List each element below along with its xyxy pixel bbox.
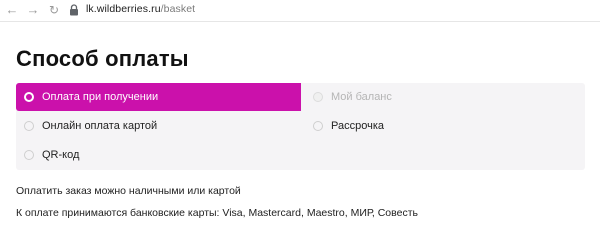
radio-empty-icon (24, 121, 34, 131)
reload-icon[interactable]: ↻ (47, 3, 61, 17)
payment-info-text: Оплатить заказ можно наличными или карто… (16, 185, 241, 197)
lock-icon (70, 4, 78, 16)
payment-option-label: Онлайн оплата картой (42, 120, 158, 132)
radio-empty-icon (313, 121, 323, 131)
page-title: Способ оплаты (16, 46, 189, 71)
url-path: /basket (160, 3, 196, 15)
url-host: lk.wildberries.ru (86, 3, 161, 15)
radio-disabled-icon (313, 92, 323, 102)
browser-toolbar: ← → ↻ lk.wildberries.ru/basket (0, 0, 600, 22)
arrow-right-icon[interactable]: → (26, 3, 40, 17)
address-bar[interactable]: lk.wildberries.ru/basket (86, 3, 195, 15)
arrow-left-icon[interactable]: ← (5, 3, 19, 17)
payment-option-my-balance: Мой баланс (305, 83, 565, 111)
payment-option-label: Рассрочка (331, 120, 384, 132)
radio-empty-icon (24, 150, 34, 160)
payment-option-installment[interactable]: Рассрочка (305, 112, 565, 140)
payment-option-label: Оплата при получении (42, 91, 159, 103)
payment-option-cash-on-delivery[interactable]: Оплата при получении (16, 83, 301, 111)
accepted-cards-text: К оплате принимаются банковские карты: V… (16, 207, 418, 219)
payment-option-qr-code[interactable]: QR-код (16, 141, 301, 169)
payment-option-label: QR-код (42, 149, 80, 161)
payment-option-label: Мой баланс (331, 91, 392, 103)
payment-option-online-card[interactable]: Онлайн оплата картой (16, 112, 301, 140)
payment-methods-panel: Оплата при получении Онлайн оплата карто… (16, 83, 585, 170)
radio-selected-icon (24, 92, 34, 102)
